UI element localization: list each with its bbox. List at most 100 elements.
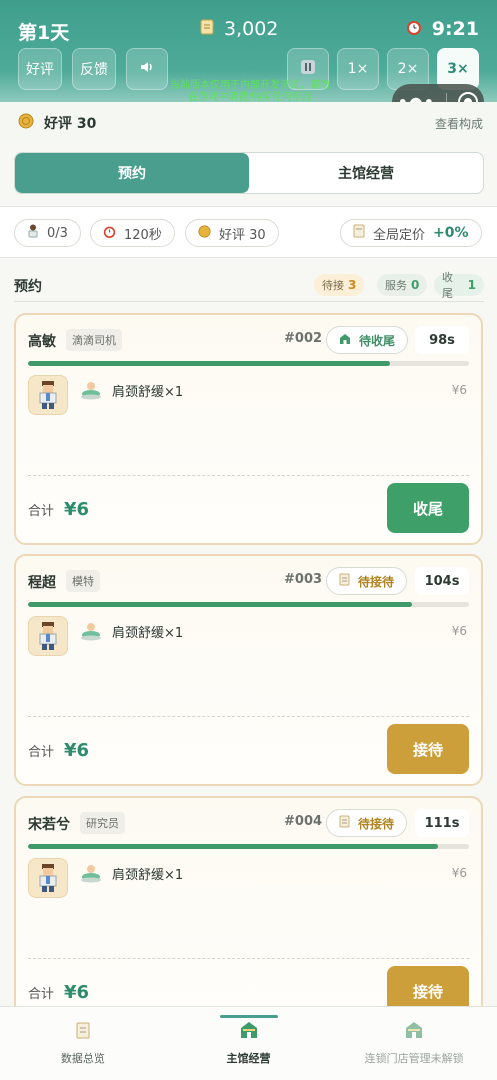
booking-card[interactable]: 高敏 滴滴司机 #002 待收尾 98s 肩颈舒缓×1 ¥6 合计 ¥6 收尾 (14, 313, 483, 545)
day-counter: 第1天 (18, 22, 70, 44)
customer-role: 滴滴司机 (66, 329, 122, 351)
tab-main-hall[interactable]: 主馆经营 (249, 153, 483, 193)
building-icon (405, 1021, 423, 1042)
total-amount: ¥6 (64, 499, 90, 520)
booking-number: #002 (284, 331, 323, 346)
finish-button[interactable]: 收尾 (387, 483, 469, 533)
price-tag-icon (353, 224, 365, 242)
nav-main-hall[interactable]: 主馆经营 (166, 1007, 332, 1080)
customer-name: 程超 (28, 575, 56, 591)
reputation-label: 好评 30 (44, 116, 97, 132)
progress-fill (28, 361, 390, 366)
serving-badge[interactable]: 服务 0 (377, 274, 428, 296)
booking-card[interactable]: 程超 模特 #003 待接待 104s 肩颈舒缓×1 ¥6 合计 ¥6 接待 (14, 554, 483, 786)
status-badge: 待接待 (326, 567, 408, 595)
coin-icon (18, 113, 34, 133)
staff-count: 0/3 (47, 225, 68, 241)
pending-count: 3 (348, 278, 357, 292)
speaker-icon (139, 60, 155, 78)
bottom-nav: 数据总览 主馆经营 连锁门店管理未解锁 (0, 1006, 497, 1080)
total-label: 合计 (28, 504, 55, 519)
reputation-chip-label: 好评 30 (219, 227, 266, 243)
customer-name: 高敏 (28, 334, 56, 350)
staff-chip[interactable]: 0/3 (14, 219, 81, 247)
dev-notice: 当前版本仅用于内部开发测试，请勿在游戏中消费/购买任何东西 (170, 80, 330, 103)
customer-role: 模特 (66, 570, 100, 592)
total-row: 合计 ¥6 (28, 740, 89, 761)
progress-fill (28, 602, 412, 607)
global-pricing-chip[interactable]: 全局定价 +0% (340, 219, 482, 247)
status-label: 待接待 (358, 816, 395, 831)
clipboard-icon (75, 1021, 91, 1042)
customer-avatar (28, 616, 68, 656)
booking-number: #003 (284, 572, 323, 587)
service-price: ¥6 (451, 383, 467, 397)
customer-avatar (28, 375, 68, 415)
divider (28, 475, 469, 476)
pending-badge[interactable]: 待接 3 (314, 274, 365, 296)
alarm-clock-icon (103, 225, 116, 242)
massage-service-icon (80, 862, 102, 884)
total-label: 合计 (28, 745, 55, 760)
money-icon (200, 18, 214, 40)
staff-icon (27, 224, 39, 242)
speed-1x-button[interactable]: 1× (337, 48, 379, 90)
reputation-chip[interactable]: 好评 30 (185, 219, 279, 247)
status-label: 待收尾 (359, 333, 396, 348)
serving-count: 0 (411, 278, 420, 292)
progress-fill (28, 844, 439, 849)
closing-badge[interactable]: 收尾 1 (434, 271, 484, 300)
service-price: ¥6 (451, 866, 467, 880)
countdown-timer: 111s (415, 809, 469, 837)
service-item: 肩颈舒缓×1 (112, 868, 184, 883)
time-value: 9:21 (431, 18, 479, 40)
divider (28, 716, 469, 717)
nav-label: 数据总览 (60, 1052, 105, 1065)
booking-section-header: 预约 待接 3 服务 0 收尾 1 (14, 271, 484, 302)
alarm-clock-icon (406, 18, 422, 40)
tab-booking[interactable]: 预约 (15, 153, 249, 193)
booking-number: #004 (284, 814, 323, 829)
progress-bar (28, 844, 469, 849)
total-row: 合计 ¥6 (28, 499, 89, 520)
reputation-summary: 好评 30 (18, 113, 96, 133)
total-amount: ¥6 (64, 740, 90, 761)
pricing-value: +0% (433, 225, 469, 241)
service-price: ¥6 (451, 624, 467, 638)
massage-service-icon (80, 379, 102, 401)
duration-value: 120秒 (124, 227, 162, 243)
closing-count: 1 (467, 278, 476, 292)
sound-button[interactable] (126, 48, 168, 90)
nav-label: 连锁门店管理未解锁 (364, 1052, 464, 1065)
receive-button[interactable]: 接待 (387, 724, 469, 774)
feedback-button[interactable]: 反馈 (72, 48, 116, 90)
nav-label: 主馆经营 (226, 1052, 271, 1065)
total-row: 合计 ¥6 (28, 982, 89, 1003)
pending-label: 待接 (322, 279, 344, 292)
stats-row: 0/3 120秒 好评 30 全局定价 +0% (0, 206, 497, 258)
section-title: 预约 (14, 279, 42, 295)
pricing-label: 全局定价 (373, 227, 426, 243)
booking-card[interactable]: 宋若兮 研究员 #004 待接待 111s 肩颈舒缓×1 ¥6 合计 ¥6 接待 (14, 796, 483, 1028)
money-display: 3,002 (200, 18, 278, 40)
status-label: 待接待 (358, 574, 395, 589)
progress-bar (28, 361, 469, 366)
massage-service-icon (80, 620, 102, 642)
building-icon (240, 1021, 258, 1042)
review-button[interactable]: 好评 (18, 48, 62, 90)
customer-avatar (28, 858, 68, 898)
duration-chip[interactable]: 120秒 (90, 219, 175, 247)
customer-role: 研究员 (80, 812, 125, 834)
game-clock: 9:21 (406, 18, 479, 40)
view-composition-link[interactable]: 查看构成 (435, 115, 483, 132)
pause-icon (300, 59, 316, 79)
status-badge: 待接待 (326, 809, 408, 837)
main-tabs: 预约 主馆经营 (14, 152, 484, 194)
clipboard-icon (339, 573, 350, 589)
progress-bar (28, 602, 469, 607)
nav-data-overview[interactable]: 数据总览 (0, 1007, 166, 1080)
serving-label: 服务 (385, 279, 407, 292)
clipboard-icon (339, 815, 350, 831)
nav-chain-stores-locked[interactable]: 连锁门店管理未解锁 (331, 1007, 497, 1080)
countdown-timer: 98s (415, 326, 469, 354)
